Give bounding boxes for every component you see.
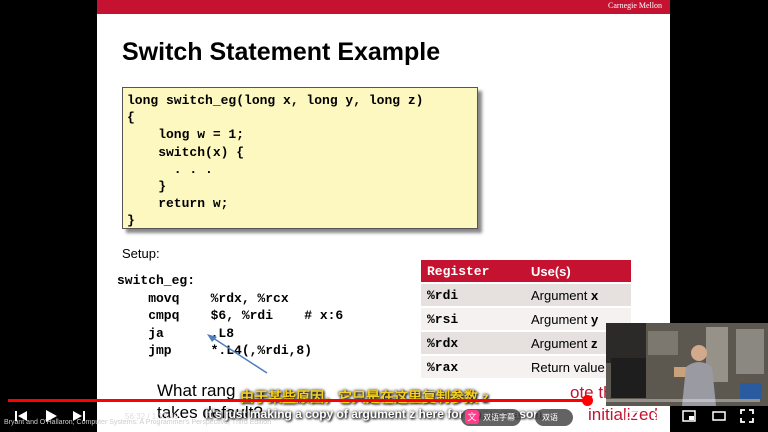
prev-icon[interactable] — [14, 409, 28, 426]
progress-fill — [8, 399, 588, 402]
argument-name: x — [590, 287, 599, 303]
question-line-1: What rang — [157, 381, 236, 400]
fullscreen-icon[interactable] — [740, 409, 754, 426]
use-text: Return value — [531, 359, 605, 375]
theater-icon[interactable] — [712, 409, 726, 426]
argument-name: y — [590, 311, 599, 327]
table-row: %rdx Argument z — [421, 330, 631, 355]
speaker-video-overlay[interactable] — [606, 323, 768, 406]
use-cell: Argument x — [525, 282, 631, 307]
caption-plugin-button[interactable]: 文 双语字幕 — [461, 409, 521, 426]
volume-icon[interactable] — [102, 409, 116, 426]
speaker-video-frame — [606, 323, 768, 406]
scrubber-handle[interactable] — [582, 395, 594, 406]
register-cell: %rax — [421, 354, 525, 378]
use-text: Argument — [531, 287, 591, 303]
progress-bar[interactable] — [8, 395, 760, 406]
use-text: Argument — [531, 311, 591, 327]
register-cell: %rdi — [421, 282, 525, 307]
use-text: Argument — [531, 335, 591, 351]
miniplayer-icon[interactable] — [682, 409, 696, 426]
plugin-label: 双语字幕 — [483, 413, 515, 422]
subtitle-chinese: 由于某些原因，它只是在这里复制参数 z — [240, 389, 489, 405]
gear-icon[interactable] — [652, 409, 666, 426]
argument-name: z — [590, 335, 598, 351]
table-row: %rsi Argument y — [421, 306, 631, 331]
plugin-logo-icon: 文 — [465, 410, 479, 424]
slide: Carnegie Mellon Switch Statement Example… — [97, 0, 670, 432]
table-row: %rax Return value — [421, 354, 631, 378]
time-display: 56:32 / 1:13:49 — [125, 412, 179, 421]
subtitles-icon[interactable] — [625, 409, 639, 426]
register-column-header: Register — [421, 260, 525, 283]
uses-column-header: Use(s) — [525, 260, 631, 283]
register-cell: %rdx — [421, 330, 525, 355]
play-icon[interactable] — [44, 409, 58, 426]
bilingual-toggle[interactable]: 双语 — [535, 409, 573, 426]
register-cell: %rsi — [421, 306, 525, 331]
next-icon[interactable] — [72, 409, 86, 426]
register-table: Register Use(s) %rdi Argument x %rsi Argume… — [421, 260, 631, 378]
bilingual-label: 双语 — [542, 413, 558, 422]
table-row: %rdi Argument x — [421, 282, 631, 307]
note-line-2: initialized — [588, 405, 658, 424]
